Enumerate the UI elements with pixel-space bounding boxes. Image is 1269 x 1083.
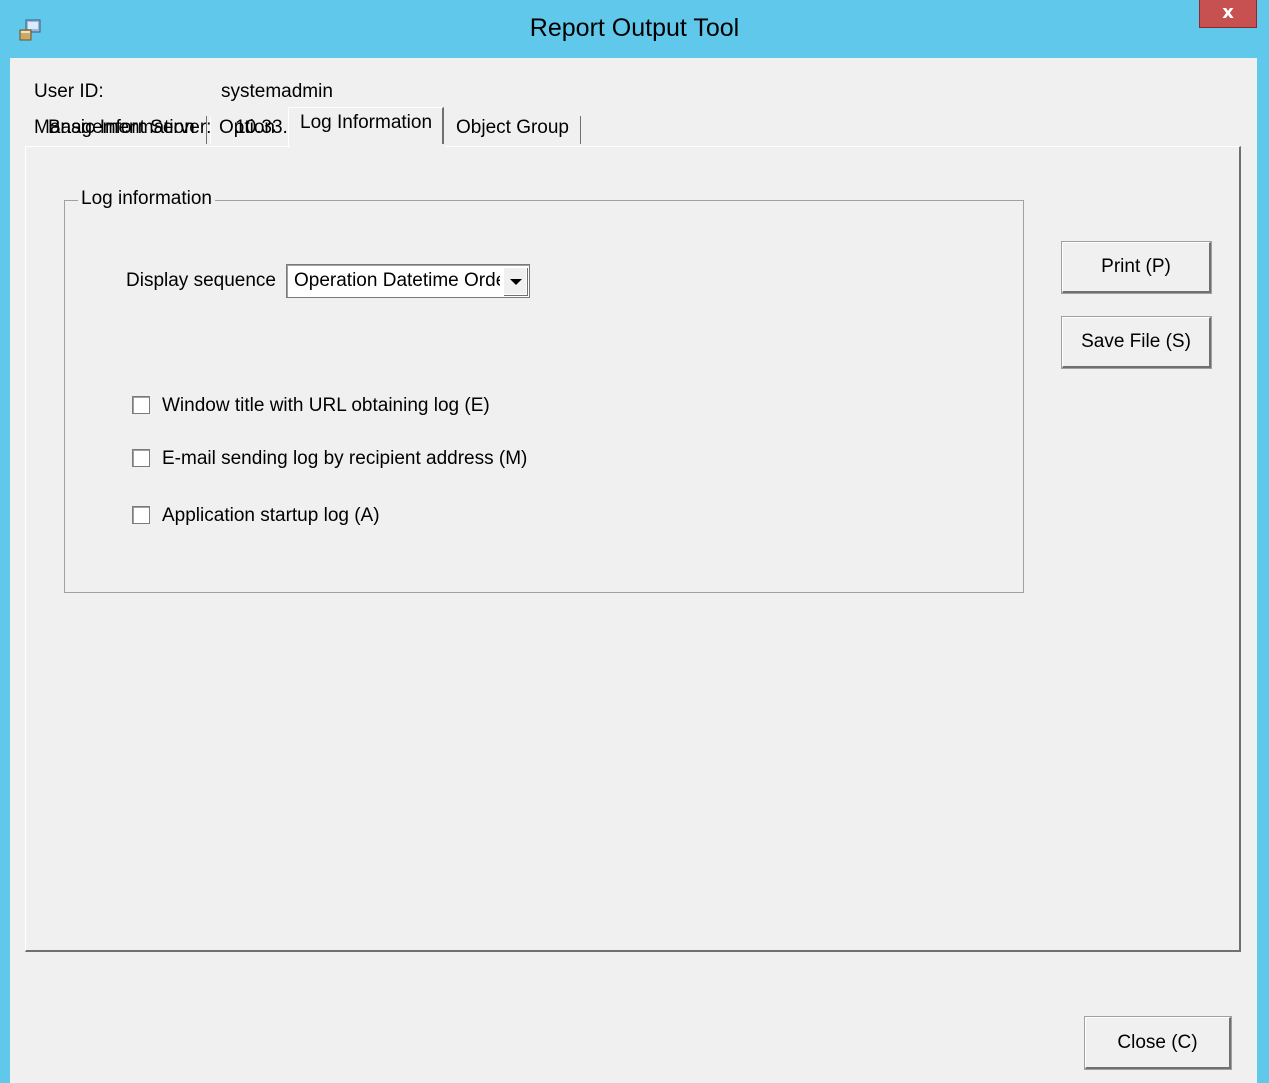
display-sequence-select[interactable]: Operation Datetime Order — [286, 264, 530, 298]
tab-label: Option — [219, 117, 275, 138]
tab-log-information[interactable]: Log Information — [288, 107, 445, 147]
tab-option[interactable]: Option — [219, 113, 275, 143]
tab-separator — [206, 116, 207, 144]
group-legend: Log information — [78, 188, 215, 210]
checkbox-label: Window title with URL obtaining log (E) — [162, 395, 490, 416]
window-close-button[interactable]: x — [1199, 0, 1257, 28]
window-title: Report Output Tool — [529, 14, 740, 42]
save-file-button[interactable]: Save File (S) — [1061, 316, 1212, 369]
checkbox-label: Application startup log (A) — [162, 505, 380, 526]
report-output-window: Report Output Tool x User ID: systemadmi… — [0, 0, 1269, 1083]
checkbox-application-startup-log[interactable] — [132, 506, 150, 524]
print-button[interactable]: Print (P) — [1061, 241, 1212, 294]
tab-label: Basic Information — [48, 117, 195, 138]
checkbox-window-title-url-log[interactable] — [132, 396, 150, 414]
user-id-value: systemadmin — [221, 81, 333, 102]
title-bar[interactable]: Report Output Tool x — [0, 0, 1269, 58]
tab-object-group[interactable]: Object Group — [456, 113, 569, 143]
checkbox-label: E-mail sending log by recipient address … — [162, 448, 528, 469]
tab-label: Object Group — [456, 117, 569, 138]
tab-join — [290, 144, 445, 148]
tab-label: Log Information — [300, 112, 433, 133]
display-sequence-value: Operation Datetime Order — [294, 270, 500, 291]
dropdown-button[interactable] — [503, 267, 527, 295]
close-icon: x — [1222, 2, 1234, 23]
tab-basic-information[interactable]: Basic Information — [48, 113, 195, 143]
chevron-down-icon — [510, 279, 522, 285]
user-id-label: User ID: — [34, 81, 104, 102]
tab-separator — [210, 116, 211, 144]
tab-separator — [580, 116, 581, 144]
display-sequence-label: Display sequence — [126, 270, 276, 291]
checkbox-email-sending-log[interactable] — [132, 449, 150, 467]
close-button[interactable]: Close (C) — [1084, 1016, 1232, 1070]
